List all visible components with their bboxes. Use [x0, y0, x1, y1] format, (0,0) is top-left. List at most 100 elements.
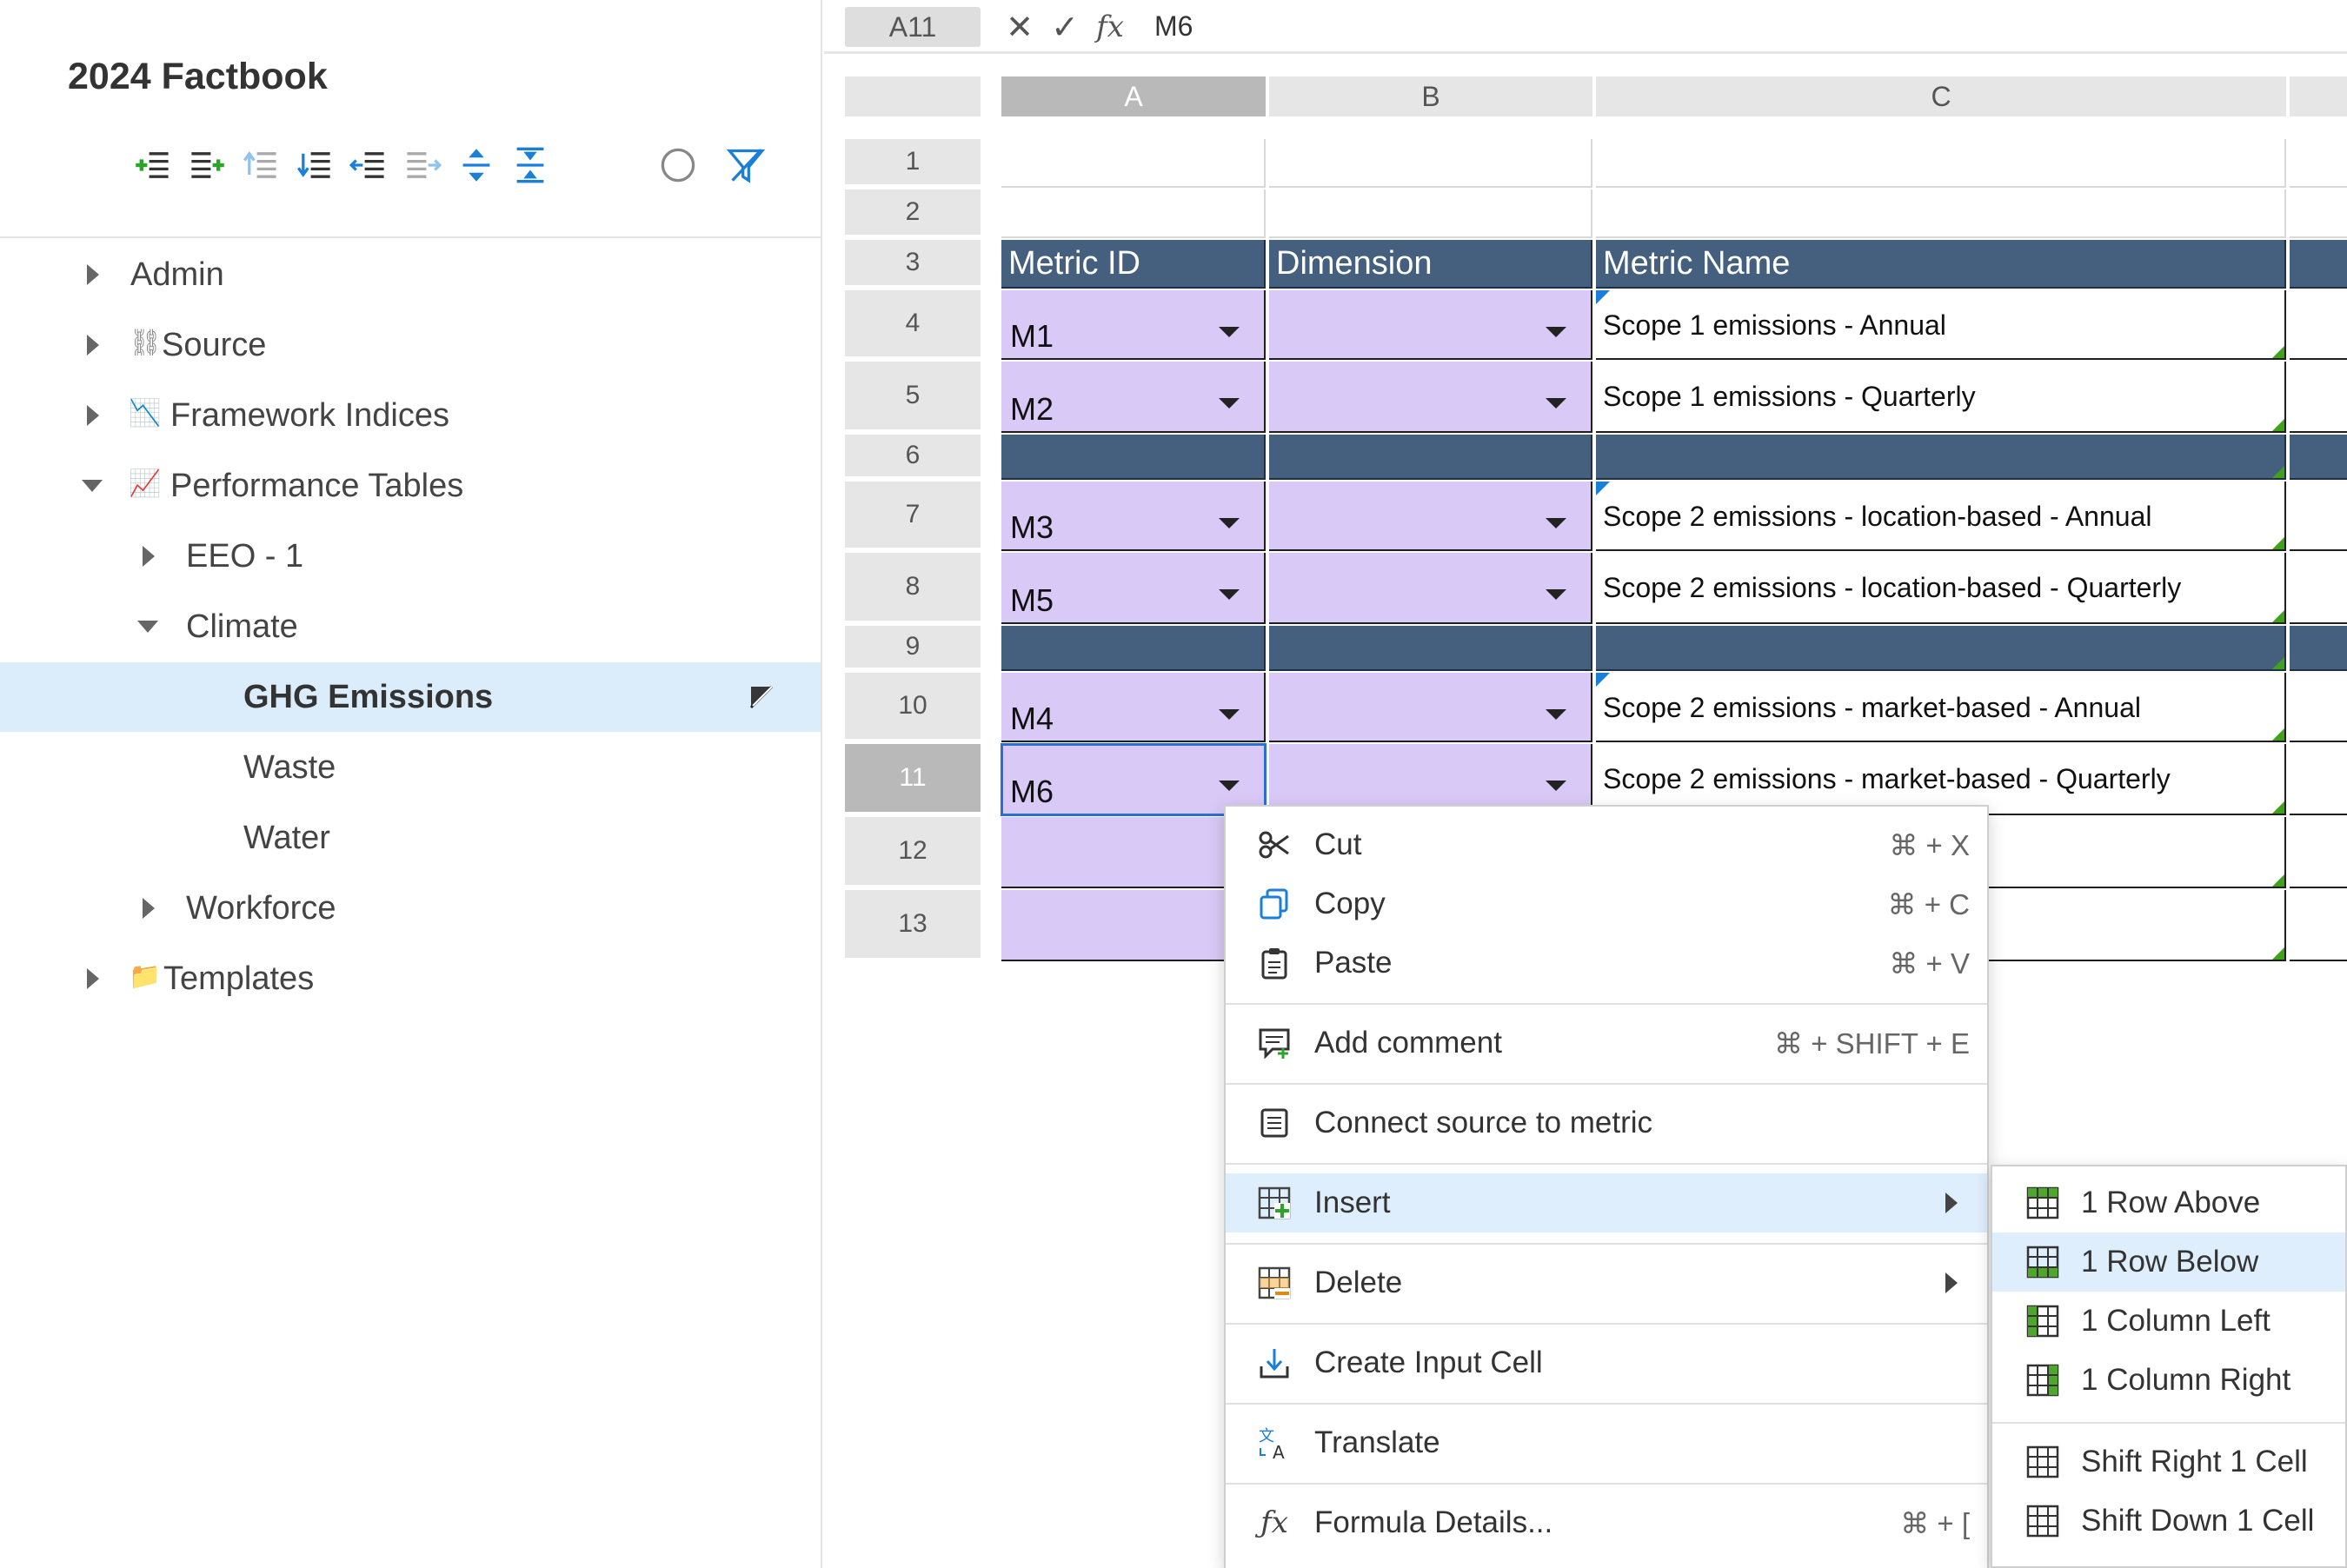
- indent-add-child-icon[interactable]: [184, 143, 229, 188]
- metric-id-picker[interactable]: M4: [1001, 673, 1266, 742]
- column-d-cell[interactable]: [2290, 290, 2347, 360]
- separator-cell[interactable]: [1596, 435, 2286, 480]
- caret-right-icon[interactable]: [87, 264, 99, 285]
- header-cell-c[interactable]: Metric Name: [1596, 240, 2286, 289]
- row-header-1[interactable]: 1: [845, 139, 981, 184]
- formula-input[interactable]: M6: [1154, 10, 1193, 43]
- caret-right-icon[interactable]: [143, 546, 155, 567]
- menu-item-create-input-cell[interactable]: Create Input Cell: [1226, 1333, 1987, 1392]
- caret-down-icon[interactable]: [137, 621, 158, 633]
- circle-icon[interactable]: [655, 143, 701, 188]
- empty-cell[interactable]: [2290, 139, 2347, 188]
- metric-name-cell[interactable]: Scope 2 emissions - location-based - Qua…: [1596, 553, 2286, 624]
- column-d-cell[interactable]: [2290, 482, 2347, 551]
- name-box[interactable]: A11: [845, 7, 981, 47]
- caret-right-icon[interactable]: [87, 405, 99, 426]
- submenu-item-row-below[interactable]: 1 Row Below: [1992, 1232, 2345, 1292]
- row-header-4[interactable]: 4: [845, 290, 981, 356]
- menu-item-cut[interactable]: Cut ⌘ + X: [1226, 815, 1987, 874]
- menu-item-connect-source[interactable]: Connect source to metric: [1226, 1093, 1987, 1153]
- row-header-7[interactable]: 7: [845, 482, 981, 548]
- menu-item-formula-details[interactable]: ƒx Formula Details... ⌘ + [: [1226, 1493, 1987, 1552]
- column-header-c[interactable]: C: [1596, 76, 2286, 116]
- empty-cell[interactable]: [1269, 139, 1592, 188]
- move-up-icon[interactable]: [238, 143, 283, 188]
- tree-item-performance-tables[interactable]: 📈 Performance Tables: [0, 451, 821, 521]
- menu-item-delete[interactable]: Delete: [1226, 1253, 1987, 1312]
- fx-icon[interactable]: fx: [1090, 7, 1130, 47]
- metric-name-cell[interactable]: Scope 2 emissions - location-based - Ann…: [1596, 482, 2286, 551]
- dimension-picker[interactable]: [1269, 290, 1592, 360]
- separator-cell[interactable]: [1001, 626, 1266, 671]
- outdent-icon[interactable]: [346, 143, 391, 188]
- tree-item-templates[interactable]: 📁 Templates: [0, 944, 821, 1013]
- empty-cell[interactable]: [1001, 189, 1266, 238]
- header-cell-d[interactable]: [2290, 240, 2347, 289]
- tree-item-ghg-emissions[interactable]: GHG Emissions: [0, 662, 821, 732]
- submenu-item-column-right[interactable]: 1 Column Right: [1992, 1351, 2345, 1410]
- metric-id-picker[interactable]: M2: [1001, 362, 1266, 433]
- row-header-10[interactable]: 10: [845, 673, 981, 739]
- tree-item-workforce[interactable]: Workforce: [0, 874, 821, 943]
- dimension-picker[interactable]: [1269, 673, 1592, 742]
- menu-item-add-comment[interactable]: Add comment ⌘ + SHIFT + E: [1226, 1013, 1987, 1073]
- indent-icon[interactable]: [400, 143, 445, 188]
- empty-cell[interactable]: [1001, 139, 1266, 188]
- tree-item-climate[interactable]: Climate: [0, 592, 821, 661]
- column-d-cell[interactable]: [2290, 362, 2347, 433]
- dropdown-arrow-icon[interactable]: [1219, 398, 1240, 409]
- dimension-picker[interactable]: [1269, 482, 1592, 551]
- menu-item-paste[interactable]: Paste ⌘ + V: [1226, 933, 1987, 993]
- submenu-item-shift-right[interactable]: Shift Right 1 Cell: [1992, 1432, 2345, 1492]
- dropdown-arrow-icon[interactable]: [1219, 781, 1240, 791]
- metric-name-cell[interactable]: Scope 1 emissions - Quarterly: [1596, 362, 2286, 433]
- submenu-item-column-left[interactable]: 1 Column Left: [1992, 1292, 2345, 1351]
- column-d-cell[interactable]: [2290, 673, 2347, 742]
- menu-item-insert[interactable]: Insert: [1226, 1173, 1987, 1232]
- indent-add-icon[interactable]: [130, 143, 176, 188]
- dropdown-arrow-icon[interactable]: [1219, 589, 1240, 600]
- cancel-icon[interactable]: ✕: [1000, 7, 1040, 47]
- separator-cell[interactable]: [1269, 626, 1592, 671]
- header-cell-a[interactable]: Metric ID: [1001, 240, 1266, 289]
- column-d-cell[interactable]: [2290, 817, 2347, 888]
- row-header-3[interactable]: 3: [845, 240, 981, 285]
- move-down-icon[interactable]: [292, 143, 337, 188]
- submenu-item-row-above[interactable]: 1 Row Above: [1992, 1173, 2345, 1232]
- row-header-13[interactable]: 13: [845, 890, 981, 958]
- tree-item-eeo-1[interactable]: EEO - 1: [0, 522, 821, 591]
- column-header-b[interactable]: B: [1269, 76, 1592, 116]
- confirm-icon[interactable]: ✓: [1045, 7, 1085, 47]
- separator-cell[interactable]: [2290, 626, 2347, 671]
- metric-name-cell[interactable]: Scope 1 emissions - Annual: [1596, 290, 2286, 360]
- column-header-a[interactable]: A: [1001, 76, 1266, 116]
- metric-id-picker[interactable]: M5: [1001, 553, 1266, 624]
- dropdown-arrow-icon[interactable]: [1219, 518, 1240, 528]
- expand-all-icon[interactable]: [454, 143, 499, 188]
- column-d-cell[interactable]: [2290, 553, 2347, 624]
- metric-id-picker[interactable]: M1: [1001, 290, 1266, 360]
- dropdown-arrow-icon[interactable]: [1546, 709, 1566, 720]
- caret-right-icon[interactable]: [87, 968, 99, 989]
- tree-item-waste[interactable]: Waste: [0, 733, 821, 802]
- caret-right-icon[interactable]: [143, 898, 155, 919]
- separator-cell[interactable]: [2290, 435, 2347, 480]
- caret-right-icon[interactable]: [87, 335, 99, 355]
- menu-item-copy[interactable]: Copy ⌘ + C: [1226, 874, 1987, 933]
- empty-cell[interactable]: [1596, 189, 2286, 238]
- row-header-12[interactable]: 12: [845, 817, 981, 885]
- separator-cell[interactable]: [1596, 626, 2286, 671]
- column-header-d[interactable]: [2290, 76, 2347, 116]
- header-cell-b[interactable]: Dimension: [1269, 240, 1592, 289]
- empty-cell[interactable]: [1596, 139, 2286, 188]
- dimension-picker[interactable]: [1269, 362, 1592, 433]
- row-header-6[interactable]: 6: [845, 435, 981, 476]
- tree-item-framework-indices[interactable]: 📉 Framework Indices: [0, 381, 821, 450]
- tree-item-admin[interactable]: Admin: [0, 240, 821, 309]
- submenu-item-shift-down[interactable]: Shift Down 1 Cell: [1992, 1492, 2345, 1551]
- row-header-8[interactable]: 8: [845, 553, 981, 621]
- metric-id-picker[interactable]: M3: [1001, 482, 1266, 551]
- select-all-corner[interactable]: [845, 76, 981, 116]
- dropdown-arrow-icon[interactable]: [1219, 709, 1240, 720]
- tree-item-source[interactable]: ⛓ Source: [0, 310, 821, 380]
